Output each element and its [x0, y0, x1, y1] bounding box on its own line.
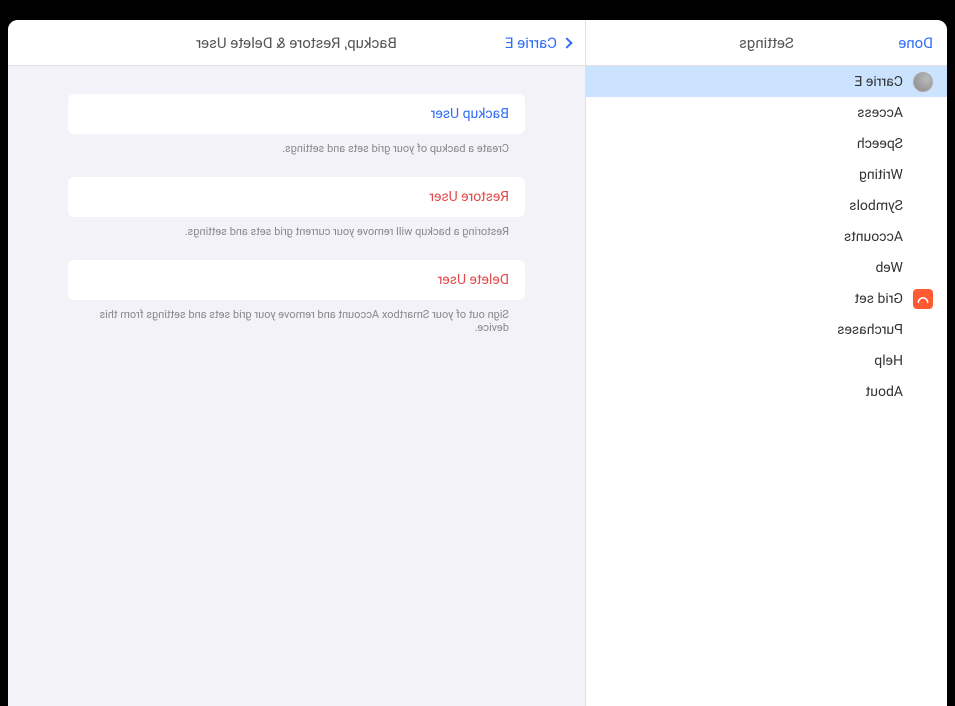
sidebar-item-label: Writing	[600, 167, 903, 183]
sidebar-item-label: Access	[600, 105, 903, 121]
chevron-left-icon	[561, 37, 572, 48]
sidebar-item-label: Symbols	[600, 198, 903, 214]
sidebar-item-about[interactable]: About	[586, 376, 947, 407]
sidebar-item-web[interactable]: Web	[586, 252, 947, 283]
sidebar-item-writing[interactable]: Writing	[586, 159, 947, 190]
restore-desc: Restoring a backup will remove your curr…	[68, 217, 525, 260]
sidebar-item-label: Purchases	[600, 322, 903, 338]
sidebar-title: Settings	[586, 34, 947, 52]
avatar	[913, 72, 933, 92]
spacer	[913, 351, 933, 371]
sidebar-list: Carrie E Access Speech Writing Symbols A…	[586, 66, 947, 407]
backup-user-button[interactable]: Backup User	[68, 94, 525, 134]
sidebar-item-access[interactable]: Access	[586, 97, 947, 128]
sidebar-item-symbols[interactable]: Symbols	[586, 190, 947, 221]
settings-sidebar: Done Settings Carrie E Access Speech Wri…	[585, 20, 947, 706]
sidebar-item-label: Accounts	[600, 229, 903, 245]
sidebar-item-help[interactable]: Help	[586, 345, 947, 376]
done-button[interactable]: Done	[898, 34, 933, 52]
restore-user-button[interactable]: Restore User	[68, 177, 525, 217]
spacer	[913, 103, 933, 123]
spacer	[913, 134, 933, 154]
sidebar-item-gridset[interactable]: Grid set	[586, 283, 947, 314]
page-title: Backup, Restore & Delete User	[8, 34, 585, 52]
sidebar-item-label: Web	[600, 260, 903, 276]
delete-user-button[interactable]: Delete User	[68, 260, 525, 300]
sidebar-item-purchases[interactable]: Purchases	[586, 314, 947, 345]
spacer	[913, 382, 933, 402]
sidebar-item-label: Speech	[600, 136, 903, 152]
sidebar-header: Done Settings	[586, 20, 947, 66]
spacer	[913, 258, 933, 278]
spacer	[913, 196, 933, 216]
sidebar-item-speech[interactable]: Speech	[586, 128, 947, 159]
sidebar-item-user[interactable]: Carrie E	[586, 66, 947, 97]
gridset-icon	[913, 289, 933, 309]
content-header: Carrie E Backup, Restore & Delete User	[8, 20, 585, 66]
spacer	[913, 165, 933, 185]
sidebar-item-label: Help	[600, 353, 903, 369]
backup-desc: Create a backup of your grid sets and se…	[68, 134, 525, 177]
sidebar-user-label: Carrie E	[600, 74, 903, 90]
app-frame: Done Settings Carrie E Access Speech Wri…	[8, 20, 947, 706]
sidebar-item-label: Grid set	[600, 291, 903, 307]
spacer	[913, 320, 933, 340]
content-body: Backup User Create a backup of your grid…	[8, 66, 585, 384]
back-button[interactable]: Carrie E	[505, 34, 571, 52]
sidebar-item-accounts[interactable]: Accounts	[586, 221, 947, 252]
spacer	[913, 227, 933, 247]
sidebar-item-label: About	[600, 384, 903, 400]
content-pane: Carrie E Backup, Restore & Delete User B…	[8, 20, 585, 706]
delete-desc: Sign out of your Smartbox Account and re…	[68, 300, 525, 356]
back-label: Carrie E	[505, 34, 557, 52]
